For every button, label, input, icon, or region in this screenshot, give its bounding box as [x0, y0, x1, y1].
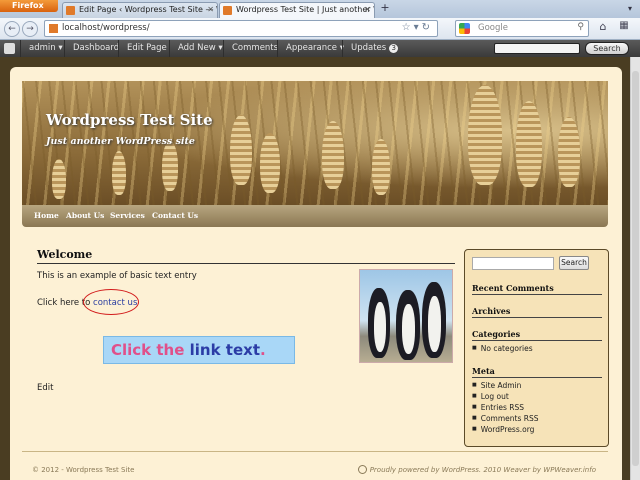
footer-credits-text[interactable]: Proudly powered by WordPress. 2010 Weave…	[370, 466, 596, 474]
addon-bar-icon[interactable]: ▦	[614, 20, 634, 37]
firefox-menu-button[interactable]: Firefox	[0, 0, 58, 12]
bookmark-star-reload-icons[interactable]: ☆▾↻	[402, 22, 433, 33]
instruction-callout: Click the link text.	[103, 336, 295, 364]
menu-item-services[interactable]: Services	[110, 205, 145, 227]
browser-tab-bar: Firefox Edit Page ‹ Wordpress Test Site …	[0, 0, 640, 18]
wordpress-favicon-icon	[223, 6, 232, 15]
tab-list-chevron-icon[interactable]: ▾	[628, 4, 632, 13]
close-tab-icon[interactable]: ✕	[207, 3, 214, 17]
penguins-image	[359, 269, 453, 363]
tab-site-home[interactable]: Wordpress Test Site | Just another Wo...…	[219, 2, 375, 18]
meta-entries-rss-link[interactable]: Entries RSS	[472, 403, 524, 412]
tab-title: Edit Page ‹ Wordpress Test Site — Wo...	[79, 5, 217, 14]
page-background: Wordpress Test Site Just another WordPre…	[0, 57, 640, 480]
meta-comments-rss-link[interactable]: Comments RSS	[472, 414, 539, 423]
meta-heading: Meta	[472, 366, 602, 378]
url-text: localhost/wordpress/	[62, 23, 150, 33]
menu-item-home[interactable]: Home	[34, 205, 59, 227]
google-icon	[459, 23, 470, 34]
site-wrapper: Wordpress Test Site Just another WordPre…	[10, 67, 622, 480]
site-footer: © 2012 - Wordpress Test Site Proudly pow…	[22, 451, 608, 480]
forward-arrow-icon[interactable]: →	[22, 21, 38, 37]
callout-text-2: link text	[189, 341, 260, 359]
footer-copyright: © 2012 - Wordpress Test Site	[32, 466, 135, 474]
menu-item-about-us[interactable]: About Us	[66, 205, 104, 227]
scrollbar-thumb[interactable]	[632, 71, 639, 466]
admin-bar-updates[interactable]: Updates 3	[342, 40, 399, 57]
wordpress-favicon-icon	[66, 6, 75, 15]
updates-count-badge: 3	[389, 44, 399, 53]
footer-credits: Proudly powered by WordPress. 2010 Weave…	[357, 465, 596, 474]
admin-bar-user-menu[interactable]: admin ▾	[20, 40, 63, 57]
browser-nav-bar: ← → localhost/wordpress/ ☆▾↻ Google ⚲ ⌂ …	[0, 18, 640, 40]
admin-bar-add-new[interactable]: Add New ▾	[169, 40, 223, 57]
wordpress-logo-icon	[357, 465, 367, 474]
new-tab-plus-icon[interactable]: +	[377, 2, 393, 16]
admin-bar-dashboard[interactable]: Dashboard	[64, 40, 119, 57]
wp-admin-bar: admin ▾ Dashboard Edit Page Add New ▾ Co…	[0, 40, 640, 57]
home-icon[interactable]: ⌂	[594, 20, 612, 37]
url-bar[interactable]: localhost/wordpress/ ☆▾↻	[44, 20, 438, 37]
sidebar-search-input[interactable]	[472, 257, 554, 270]
meta-site-admin-link[interactable]: Site Admin	[472, 381, 522, 390]
admin-bar-search-button[interactable]: Search	[585, 42, 629, 55]
admin-bar-search-input[interactable]	[494, 43, 580, 54]
highlight-ellipse	[83, 289, 139, 315]
wp-logo-icon[interactable]	[4, 43, 15, 54]
menu-item-contact-us[interactable]: Contact Us	[152, 205, 198, 227]
recent-comments-heading: Recent Comments	[472, 283, 602, 295]
sidebar: Search Recent Comments Archives Categori…	[464, 249, 609, 447]
page-scrollbar[interactable]	[630, 57, 640, 480]
site-title[interactable]: Wordpress Test Site	[46, 111, 213, 129]
callout-text-1: Click the	[111, 341, 185, 359]
tab-edit-page[interactable]: Edit Page ‹ Wordpress Test Site — Wo... …	[62, 2, 218, 18]
back-arrow-icon[interactable]: ←	[4, 21, 20, 37]
admin-bar-comments[interactable]: Comments	[223, 40, 278, 57]
meta-wordpress-org-link[interactable]: WordPress.org	[472, 425, 535, 434]
site-identity-icon	[49, 24, 58, 33]
tab-title: Wordpress Test Site | Just another Wo...	[236, 5, 374, 14]
magnifier-icon[interactable]: ⚲	[577, 22, 584, 32]
archives-heading: Archives	[472, 306, 602, 318]
close-tab-icon[interactable]: ✕	[364, 3, 371, 17]
category-item: No categories	[472, 344, 533, 353]
edit-post-link[interactable]: Edit	[37, 383, 53, 393]
admin-bar-appearance[interactable]: Appearance ▾	[277, 40, 344, 57]
post-title[interactable]: Welcome	[37, 248, 455, 264]
callout-text-3: .	[260, 341, 266, 359]
admin-bar-edit-page[interactable]: Edit Page	[118, 40, 167, 57]
site-description: Just another WordPress site	[46, 136, 195, 147]
sidebar-search-button[interactable]: Search	[559, 256, 589, 270]
updates-label: Updates	[351, 43, 387, 53]
site-header-wheat-image: Wordpress Test Site Just another WordPre…	[22, 81, 608, 205]
search-engine-placeholder: Google	[478, 23, 508, 33]
meta-log-out-link[interactable]: Log out	[472, 392, 509, 401]
categories-heading: Categories	[472, 329, 602, 341]
site-main-menu: Home About Us Services Contact Us	[22, 205, 608, 227]
post-body-text: This is an example of basic text entry	[37, 271, 197, 281]
search-engine-box[interactable]: Google ⚲	[455, 20, 589, 37]
